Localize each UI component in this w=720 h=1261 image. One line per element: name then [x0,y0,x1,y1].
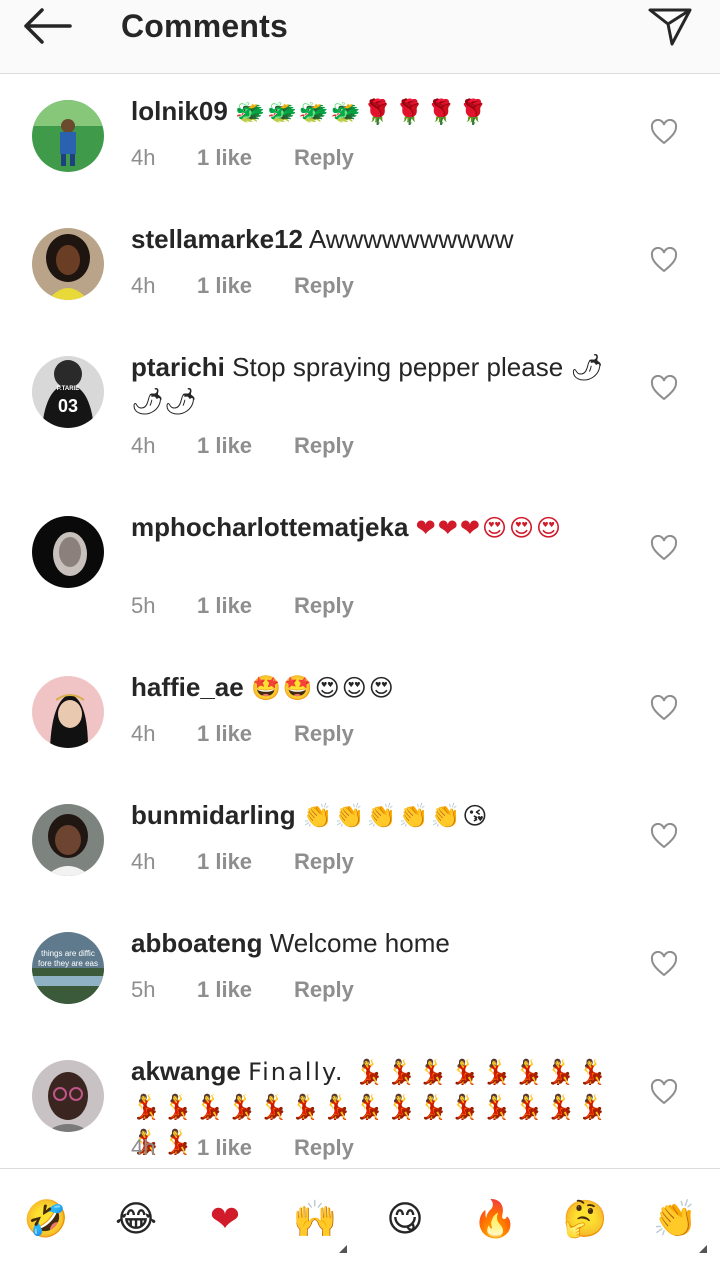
back-arrow-icon[interactable] [18,6,76,46]
reaction-rofl-emoji[interactable]: 🤣 [18,1191,74,1247]
reaction-glyph: 👏 [652,1199,698,1240]
reaction-joy-emoji[interactable]: 😂 [108,1191,164,1247]
reply-button[interactable]: Reply [294,273,354,299]
comment-time: 4h [131,433,156,458]
reply-button[interactable]: Reply [294,433,354,459]
reply-button[interactable]: Reply [294,977,354,1003]
comment-username[interactable]: akwange [131,1056,241,1086]
comment-likes[interactable]: 1 like [197,593,252,619]
comment-username[interactable]: lolnik09 [131,96,228,126]
comment-username[interactable]: mphocharlottematjeka [131,512,408,542]
comment-likes[interactable]: 1 like [197,721,252,747]
comment-time: 5h [131,593,156,618]
reply-button[interactable]: Reply [294,145,354,171]
jersey-number: 03 [58,396,78,416]
avatar[interactable]: P.TARIE 03 [32,356,104,428]
heart-outline-icon[interactable] [650,247,678,273]
comment-text: mphocharlottematjeka ❤❤❤😍😍😍 [131,510,631,545]
comment-message: 🐲🐲🐲🐲🌹🌹🌹🌹 [235,98,491,126]
heart-outline-icon[interactable] [650,1079,678,1105]
reaction-heart-emoji[interactable]: ❤ [197,1191,253,1247]
comment-likes[interactable]: 1 like [197,977,252,1003]
comment-time: 4h [131,721,156,746]
heart-outline-icon[interactable] [650,823,678,849]
avatar[interactable] [32,1060,104,1132]
comment-message: Welcome home [269,928,450,958]
comment-text: bunmidarling 👏👏👏👏👏😘 [131,798,631,833]
avatar-caption-line2: fore they are eas [38,959,98,968]
reaction-clap-emoji[interactable]: 👏 [647,1191,707,1253]
comment-text: stellamarke12 Awwwwwwwwww [131,222,631,256]
comment-list[interactable]: lolnik09 🐲🐲🐲🐲🌹🌹🌹🌹 4h 1 like Reply stella… [0,75,720,1167]
heart-outline-icon[interactable] [650,375,678,401]
comment-time: 5h [131,977,156,1002]
reaction-thinking-emoji[interactable]: 🤔 [557,1191,613,1247]
comment-text: abboateng Welcome home [131,926,631,960]
comment-time: 4h [131,849,156,874]
comment-likes[interactable]: 1 like [197,849,252,875]
heart-outline-icon[interactable] [650,535,678,561]
reaction-glyph: 🙌 [292,1199,338,1240]
reaction-raised-hands-emoji[interactable]: 🙌 [287,1191,347,1253]
avatar-caption-line1: things are diffic [41,949,95,958]
comment-time: 4h [131,273,156,298]
reaction-yum-emoji[interactable]: 😋 [377,1191,433,1247]
heart-outline-icon[interactable] [650,695,678,721]
reply-button[interactable]: Reply [294,721,354,747]
comment-likes[interactable]: 1 like [197,145,252,171]
send-icon[interactable] [646,4,694,48]
reply-button[interactable]: Reply [294,593,354,619]
comment-likes[interactable]: 1 like [197,1135,252,1161]
comment-text: lolnik09 🐲🐲🐲🐲🌹🌹🌹🌹 [131,94,631,129]
comment-username[interactable]: abboateng [131,928,262,958]
reply-button[interactable]: Reply [294,849,354,875]
comment-text: ptarichi Stop spraying pepper please 🌶🌶🌶 [131,350,631,418]
comment-message: 🤩🤩😍😍😍 [250,674,396,702]
avatar[interactable] [32,676,104,748]
comment-likes[interactable]: 1 like [197,433,252,459]
heart-outline-icon[interactable] [650,119,678,145]
comment-likes[interactable]: 1 like [197,273,252,299]
long-press-indicator [339,1245,347,1253]
avatar[interactable]: things are diffic fore they are eas [32,932,104,1004]
comment-username[interactable]: ptarichi [131,352,225,382]
comment-message: Awwwwwwwwww [308,224,514,254]
quick-reaction-bar: 🤣 😂 ❤ 🙌 😋 🔥 🤔 👏 [0,1168,720,1261]
comment-message: ❤❤❤😍😍😍 [415,514,564,542]
avatar[interactable] [32,228,104,300]
comment-username[interactable]: haffie_ae [131,672,244,702]
heart-outline-icon[interactable] [650,951,678,977]
comment-text: haffie_ae 🤩🤩😍😍😍 [131,670,631,705]
comment-username[interactable]: stellamarke12 [131,224,303,254]
long-press-indicator [699,1245,707,1253]
comment-message: 👏👏👏👏👏😘 [302,802,490,830]
page-title: Comments [121,8,288,44]
avatar[interactable] [32,804,104,876]
comment-time: 4h [131,1135,156,1160]
avatar[interactable] [32,516,104,588]
comment-time: 4h [131,145,156,170]
avatar[interactable] [32,100,104,172]
reply-button[interactable]: Reply [294,1135,354,1161]
jersey-name: P.TARIE [57,386,79,392]
reaction-fire-emoji[interactable]: 🔥 [467,1191,523,1247]
header-bar: Comments [0,0,720,74]
comment-username[interactable]: bunmidarling [131,800,296,830]
